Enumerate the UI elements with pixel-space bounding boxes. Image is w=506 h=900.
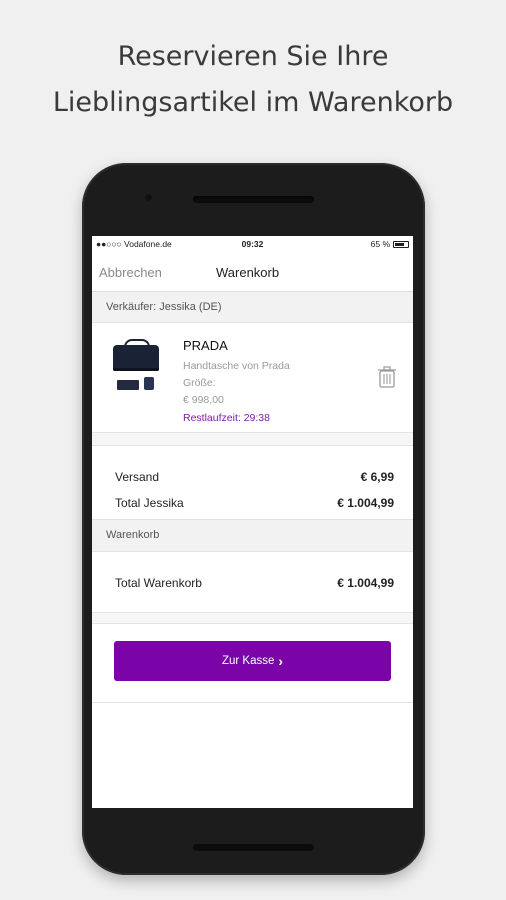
- checkout-area: Zur Kasse ›: [92, 623, 413, 703]
- headline-line-1: Reservieren Sie Ihre: [117, 41, 389, 72]
- headline-line-2: Lieblingsartikel im Warenkorb: [52, 87, 454, 118]
- checkout-label: Zur Kasse: [221, 655, 275, 667]
- battery-status: 65 %: [371, 239, 409, 249]
- spacer: [92, 433, 413, 445]
- phone-screen: ●●○○○ Vodafone.de 09:32 65 % Abbrechen W…: [92, 236, 413, 808]
- cancel-button[interactable]: Abbrechen: [99, 265, 162, 280]
- status-bar: ●●○○○ Vodafone.de 09:32 65 %: [92, 236, 413, 252]
- seller-total-value: € 1.004,99: [337, 496, 394, 510]
- cart-total-value: € 1.004,99: [337, 576, 394, 590]
- camera-icon: [144, 193, 153, 202]
- cart-item[interactable]: PRADA Handtasche von Prada Größe: € 998,…: [92, 323, 413, 433]
- spacer: [92, 613, 413, 623]
- cart-section-header: Warenkorb: [92, 520, 413, 551]
- shipping-value: € 6,99: [360, 470, 394, 484]
- seller-header: Verkäufer: Jessika (DE): [92, 292, 413, 323]
- phone-frame: ●●○○○ Vodafone.de 09:32 65 % Abbrechen W…: [82, 163, 425, 875]
- cart-total-label: Total Warenkorb: [115, 576, 202, 590]
- cart-total-row: Total Warenkorb € 1.004,99: [115, 576, 394, 590]
- pouch-image: [144, 377, 154, 390]
- seller-total-label: Total Jessika: [115, 496, 184, 510]
- item-price: € 998,00: [183, 394, 224, 406]
- checkout-button[interactable]: Zur Kasse ›: [114, 641, 391, 681]
- bottom-speaker: [193, 844, 314, 851]
- nav-bar: Abbrechen Warenkorb: [92, 252, 413, 292]
- status-time: 09:32: [241, 239, 264, 249]
- battery-percent: 65 %: [370, 239, 390, 249]
- shipping-label: Versand: [115, 470, 160, 484]
- product-image: [109, 339, 163, 397]
- seller-total-row: Total Jessika € 1.004,99: [115, 496, 394, 510]
- top-speaker: [193, 196, 314, 203]
- cart-total: Total Warenkorb € 1.004,99: [92, 551, 413, 613]
- page-title: Warenkorb: [216, 265, 280, 280]
- empty-area: [92, 703, 413, 808]
- wallet-image: [117, 380, 139, 390]
- battery-icon: [393, 240, 409, 248]
- promo-headline: Reservieren Sie Ihre Lieblingsartikel im…: [0, 34, 506, 126]
- item-size: Größe:: [183, 377, 216, 389]
- item-description: Handtasche von Prada: [183, 360, 290, 372]
- seller-summary: Versand € 6,99 Total Jessika € 1.004,99: [92, 445, 413, 520]
- handbag-image: [113, 339, 159, 371]
- shipping-row: Versand € 6,99: [115, 470, 394, 484]
- reservation-timer: Restlaufzeit: 29:38: [183, 412, 270, 424]
- chevron-right-icon: ›: [278, 653, 284, 669]
- item-brand: PRADA: [183, 338, 228, 353]
- trash-icon[interactable]: [377, 366, 397, 388]
